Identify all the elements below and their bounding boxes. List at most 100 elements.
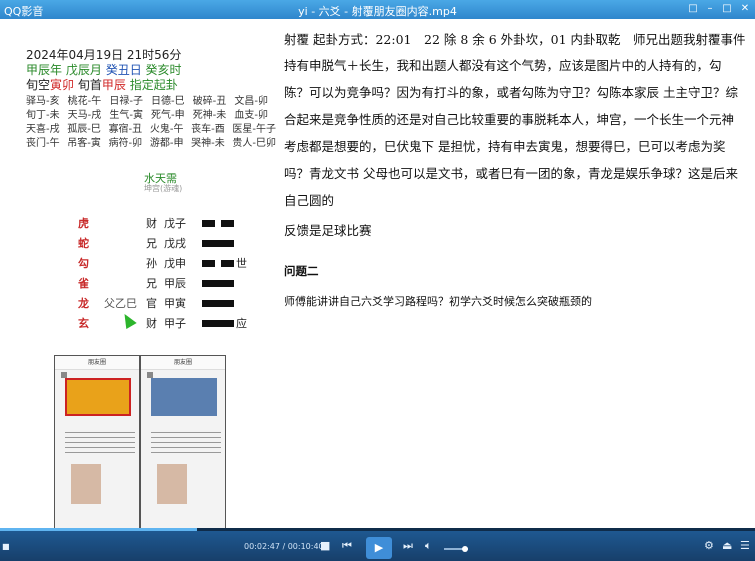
prev-icon[interactable]: ⏮ — [342, 539, 352, 553]
shensha-cell: 孤辰-巳 — [67, 124, 101, 135]
xunshou-label: 旬首 — [77, 78, 102, 92]
menu-icon[interactable]: ☰ — [740, 539, 750, 552]
notes-body: 持有申脱气＋长生，我和出题人都没有这个气势，应该是图片中的人持有的，勾陈？可以为… — [284, 58, 738, 208]
player-controls: ■ 00:02:47 / 00:10:40 ■ ⏮ ▶ ⏭ 🔈︎ ⚙ ⏏ ☰ — [0, 528, 755, 561]
six-beast: 雀 — [78, 277, 89, 290]
shensha-cell: 天喜-戌 — [26, 124, 60, 135]
shensha-cell: 破碎-丑 — [192, 96, 227, 107]
shensha-cell: 寡宿-丑 — [108, 124, 143, 135]
yang-line — [202, 300, 234, 307]
title-bar: QQ影音 yi - 六爻 - 射覆朋友圈内容.mp4 □ – □ ✕ — [0, 0, 755, 19]
shensha-cell: 日禄-子 — [109, 96, 143, 107]
yang-line — [202, 240, 234, 247]
settings-icon[interactable]: ⚙ — [704, 539, 714, 552]
stadium-image — [151, 378, 217, 416]
six-beast: 虎 — [78, 217, 89, 230]
qigua-method: 指定起卦 — [129, 78, 178, 92]
seek-bar[interactable] — [0, 528, 755, 531]
year-pillar: 甲辰年 — [26, 63, 63, 77]
xunkong-line: 旬空寅卯 旬首甲辰 指定起卦 — [26, 76, 178, 93]
skin-icon[interactable]: □ — [686, 2, 700, 16]
liuqin: 财 — [146, 317, 157, 330]
liuqin: 官 — [146, 297, 157, 310]
post-text — [151, 432, 221, 454]
shi-ying-mark: 世 — [236, 257, 247, 270]
volume-icon[interactable]: 🔈︎ — [425, 539, 432, 553]
shensha-cell: 贵人-巳卯 — [232, 138, 277, 149]
naja-ganzhi: 戊戌 — [164, 237, 186, 250]
yao-line-row: 虎 财戊子 — [78, 213, 278, 233]
shensha-row: 天喜-戌 孤辰-巳 寡宿-丑 火鬼-午 丧车-酉 医星-午子 — [26, 123, 276, 137]
maximize-button[interactable]: □ — [720, 2, 734, 16]
video-frame[interactable]: 2024年04月19日 21时56分 甲辰年 戊辰月 癸丑日 癸亥时 旬空寅卯 … — [0, 19, 755, 539]
six-beast: 勾 — [78, 257, 89, 270]
notes-panel: 射覆 起卦方式：22:01 22 除 8 余 6 外卦坎，01 内卦取乾 师兄出… — [284, 31, 746, 309]
shensha-row: 驿马-亥 桃花-午 日禄-子 日德-巳 破碎-丑 文昌-卯 — [26, 95, 276, 109]
banner-image — [65, 378, 131, 416]
yin-line-right — [221, 260, 234, 267]
naja-ganzhi: 甲辰 — [164, 277, 186, 290]
shensha-cell: 病符-卯 — [108, 138, 143, 149]
shensha-cell: 丧门-午 — [26, 138, 60, 149]
yin-line-left — [202, 220, 215, 227]
minimize-button[interactable]: – — [703, 2, 717, 16]
time-display: 00:02:47 / 00:10:40 — [244, 542, 324, 551]
volume-knob[interactable] — [462, 546, 468, 552]
shensha-cell: 死神-未 — [192, 110, 227, 121]
shensha-cell: 死气-申 — [151, 110, 185, 121]
phone-screenshot-2: 朋友圈 — [140, 355, 226, 539]
yin-line-left — [202, 260, 215, 267]
phone-screenshot-1: 朋友圈 — [54, 355, 140, 539]
close-button[interactable]: ✕ — [738, 2, 752, 16]
shensha-cell: 游都-申 — [149, 138, 184, 149]
xunkong-value: 寅卯 — [50, 78, 75, 92]
yao-line-row: 龙 父乙巳官甲寅 — [78, 293, 278, 313]
yang-line — [202, 280, 234, 287]
yao-line-row: 玄 财甲子 应 — [78, 313, 278, 333]
shensha-cell: 生气-寅 — [109, 110, 143, 121]
naja-ganzhi: 甲寅 — [164, 297, 186, 310]
hour-pillar: 癸亥时 — [145, 63, 182, 77]
shensha-cell: 日德-巳 — [151, 96, 185, 107]
liuqin: 兄 — [146, 237, 157, 250]
yao-line-row: 蛇 兄戊戌 — [78, 233, 278, 253]
naja-ganzhi: 戊子 — [164, 217, 186, 230]
day-pillar: 癸丑日 — [105, 63, 142, 77]
stop-icon[interactable]: ■ — [2, 542, 10, 551]
play-button[interactable]: ▶ — [366, 537, 392, 559]
naja-ganzhi: 戊申 — [164, 257, 186, 270]
notes-feedback: 反馈是足球比赛 — [284, 223, 372, 238]
notes-heading: 射覆 起卦方式：22:01 22 除 8 余 6 外卦坎，01 内卦取乾 师兄出… — [284, 32, 746, 47]
stop-icon[interactable]: ■ — [320, 539, 330, 552]
naja-ganzhi: 甲子 — [164, 317, 186, 330]
hexagram-palace: 坤宫(游魂) — [144, 184, 183, 193]
window-title: yi - 六爻 - 射覆朋友圈内容.mp4 — [298, 5, 457, 18]
phone-title: 朋友圈 — [141, 356, 225, 370]
eject-icon[interactable]: ⏏ — [722, 539, 732, 552]
liuqin: 兄 — [146, 277, 157, 290]
shensha-row: 丧门-午 吊客-寅 病符-卯 游都-申 哭神-未 贵人-巳卯 — [26, 137, 276, 151]
shi-ying-mark: 应 — [236, 317, 247, 330]
shensha-cell: 吊客-寅 — [67, 138, 101, 149]
question-body: 师傅能讲讲自己六爻学习路程吗？初学六爻时候怎么突破瓶颈的 — [284, 295, 592, 308]
liuqin: 孙 — [146, 257, 157, 270]
shensha-table: 驿马-亥 桃花-午 日禄-子 日德-巳 破碎-丑 文昌-卯 旬丁-未 天马-戌 … — [26, 95, 276, 151]
question-title: 问题二 — [284, 264, 319, 278]
yang-line — [202, 320, 234, 327]
liuqin: 财 — [146, 217, 157, 230]
shensha-cell: 文昌-卯 — [234, 96, 268, 107]
shensha-cell: 驿马-亥 — [26, 96, 60, 107]
fushen: 父乙巳 — [104, 297, 137, 310]
shensha-cell: 桃花-午 — [67, 96, 102, 107]
volume-slider[interactable] — [444, 546, 468, 552]
xunshou-value: 甲辰 — [101, 78, 126, 92]
phone-title: 朋友圈 — [55, 356, 139, 370]
six-beast: 玄 — [78, 317, 89, 330]
yao-line-row: 雀 兄甲辰 — [78, 273, 278, 293]
shensha-cell: 火鬼-午 — [149, 124, 184, 135]
shensha-cell: 哭神-未 — [191, 138, 225, 149]
shensha-cell: 旬丁-未 — [26, 110, 60, 121]
yao-line-row: 勾 孙戊申 世 — [78, 253, 278, 273]
child-photo — [71, 464, 101, 504]
next-icon[interactable]: ⏭ — [403, 539, 413, 553]
